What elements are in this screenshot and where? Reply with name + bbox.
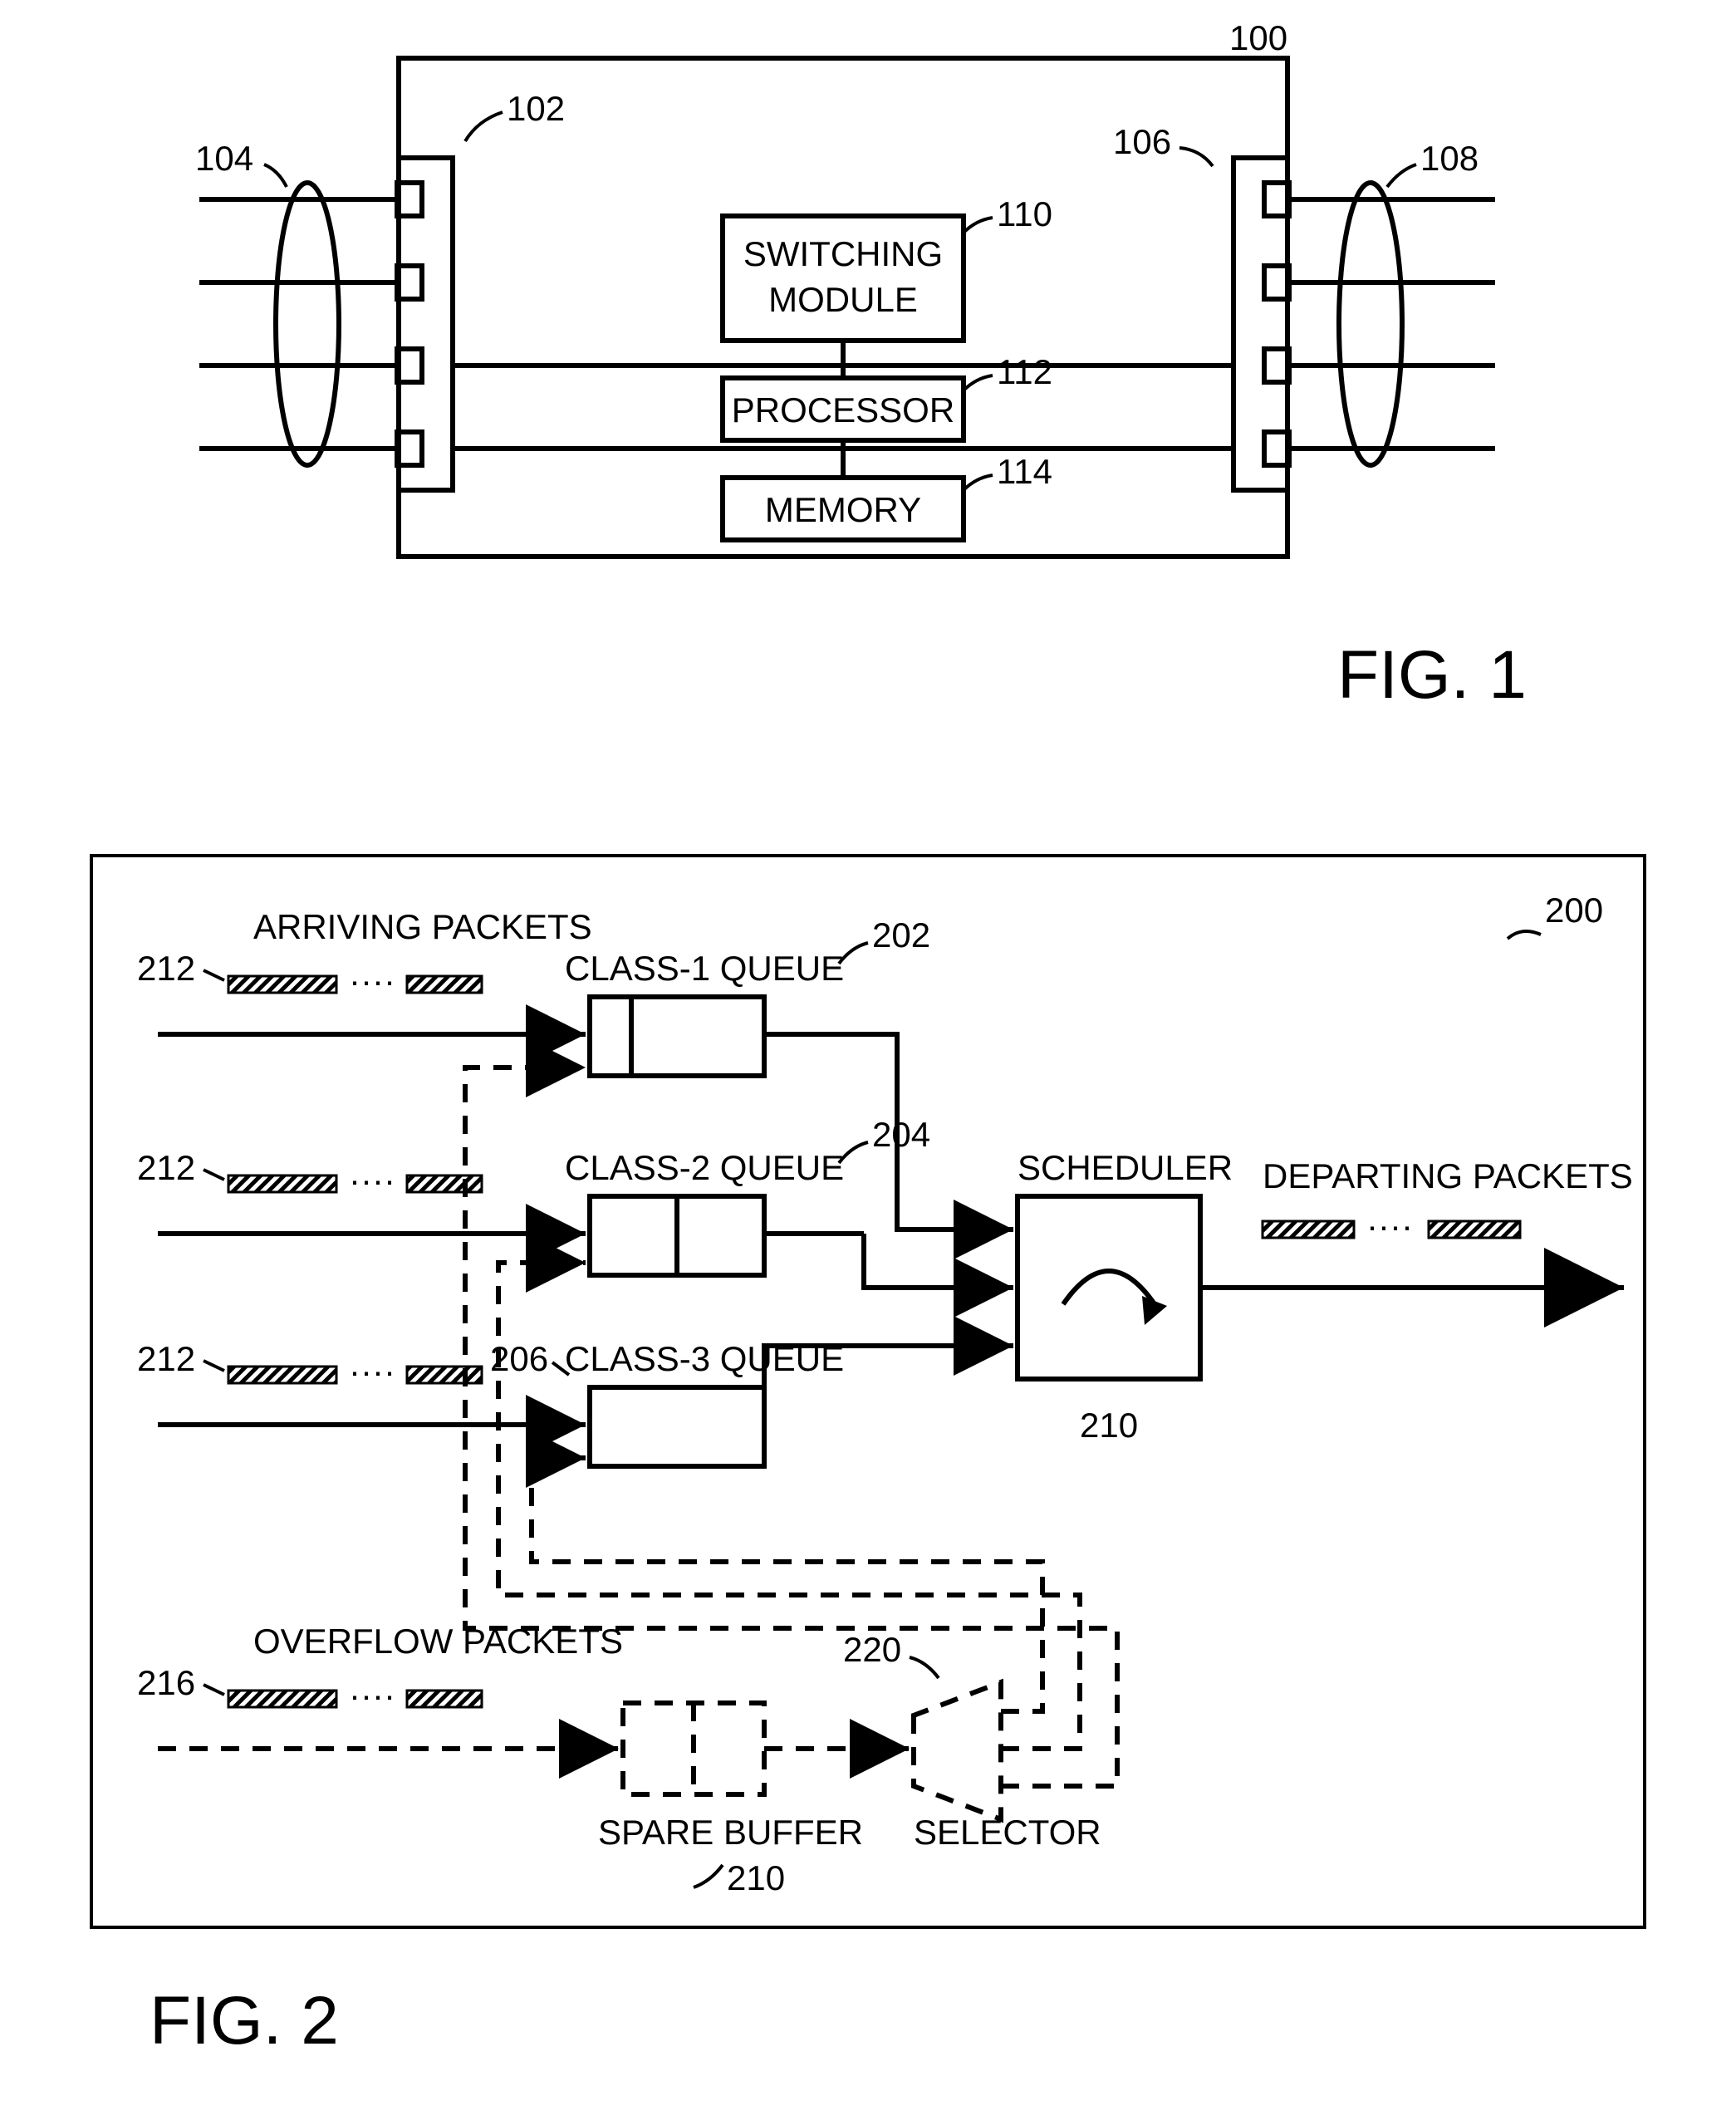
ellipsis-ovf: ···· xyxy=(349,1676,395,1715)
memory-label: MEMORY xyxy=(765,490,921,529)
diagram-svg: .ln{stroke:#000;stroke-width:6;fill:none… xyxy=(0,0,1736,2125)
processor-label: PROCESSOR xyxy=(732,390,954,429)
ref-overflow: 216 xyxy=(137,1663,195,1702)
ref-memory: 114 xyxy=(997,452,1052,491)
spare-buffer-label: SPARE BUFFER xyxy=(598,1813,863,1852)
ref-q1: 202 xyxy=(872,915,930,955)
switching-module-label-2: MODULE xyxy=(768,280,918,319)
q1-label: CLASS-1 QUEUE xyxy=(565,949,844,988)
scheduler-label: SCHEDULER xyxy=(1018,1148,1233,1187)
ref-q2: 204 xyxy=(872,1115,930,1154)
arriving-packets-label: ARRIVING PACKETS xyxy=(253,907,592,946)
ref-processor: 112 xyxy=(997,352,1052,391)
ref-212-2: 212 xyxy=(137,1148,195,1187)
ellipsis-1: ···· xyxy=(349,961,395,1000)
ref-selector: 220 xyxy=(843,1630,901,1669)
ref-212-3: 212 xyxy=(137,1339,195,1378)
ellipsis-3: ···· xyxy=(349,1352,395,1391)
ref-input-port-col: 102 xyxy=(507,89,565,128)
ref-212-1: 212 xyxy=(137,949,195,988)
fig2-caption: FIG. 2 xyxy=(150,1983,339,2059)
switching-module-label-1: SWITCHING xyxy=(743,234,943,273)
fig2: 200 ARRIVING PACKETS 212 ···· CLASS-1 QU… xyxy=(91,856,1645,2059)
ref-switching: 110 xyxy=(997,194,1052,233)
ref-input-links: 104 xyxy=(195,139,253,178)
ellipsis-dep: ···· xyxy=(1366,1206,1413,1245)
departing-label: DEPARTING PACKETS xyxy=(1263,1156,1633,1195)
ref-spare-buffer: 210 xyxy=(727,1858,785,1897)
ref-output-port-col: 106 xyxy=(1113,122,1171,161)
fig1-caption: FIG. 1 xyxy=(1337,637,1527,713)
ref-device: 100 xyxy=(1229,18,1287,57)
ref-output-links: 108 xyxy=(1420,139,1479,178)
q2-label: CLASS-2 QUEUE xyxy=(565,1148,844,1187)
selector-label: SELECTOR xyxy=(914,1813,1101,1852)
ellipsis-2: ···· xyxy=(349,1161,395,1200)
ref-system: 200 xyxy=(1545,891,1603,930)
fig1: 100 102 104 106 108 xyxy=(195,18,1527,713)
ref-scheduler: 210 xyxy=(1080,1406,1138,1445)
